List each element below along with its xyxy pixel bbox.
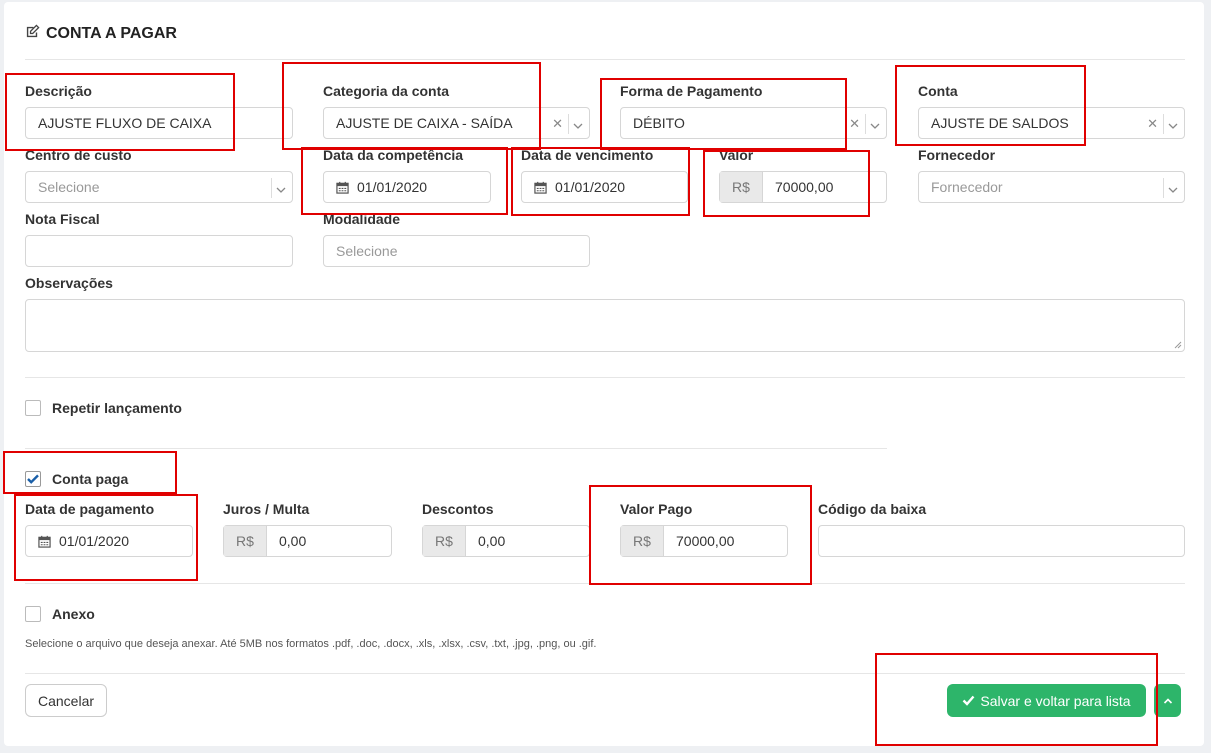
conta-paga-label: Conta paga [52, 471, 129, 487]
descricao-input[interactable]: AJUSTE FLUXO DE CAIXA [25, 107, 293, 139]
currency-prefix: R$ [621, 526, 664, 556]
anexo-checkbox[interactable] [25, 606, 41, 622]
data-competencia-input[interactable]: 01/01/2020 [323, 171, 491, 203]
select-separator [1163, 178, 1164, 198]
modalidade-label: Modalidade [323, 211, 401, 227]
forma-pagamento-select[interactable]: DÉBITO ✕ [620, 107, 887, 139]
title-divider [25, 59, 1185, 60]
centro-custo-label: Centro de custo [25, 147, 132, 163]
more-options-button[interactable] [1154, 684, 1181, 717]
calendar-icon [336, 181, 349, 194]
clear-icon[interactable]: ✕ [849, 116, 860, 132]
chevron-up-icon [1163, 693, 1173, 708]
valor-pago-label: Valor Pago [620, 501, 693, 517]
currency-prefix: R$ [224, 526, 267, 556]
fornecedor-select[interactable]: Fornecedor [918, 171, 1185, 203]
categoria-label: Categoria da conta [323, 83, 450, 99]
resize-handle-icon[interactable] [1174, 341, 1182, 349]
clear-icon[interactable]: ✕ [552, 116, 563, 132]
repetir-label: Repetir lançamento [52, 400, 182, 416]
select-separator [865, 114, 866, 134]
valor-label: Valor [719, 147, 754, 163]
chevron-down-icon[interactable] [1168, 182, 1178, 198]
select-separator [1163, 114, 1164, 134]
check-icon [962, 693, 975, 709]
anexo-hint: Selecione o arquivo que deseja anexar. A… [25, 638, 597, 650]
clear-icon[interactable]: ✕ [1147, 116, 1158, 132]
descontos-label: Descontos [422, 501, 494, 517]
select-separator [271, 178, 272, 198]
categoria-select[interactable]: AJUSTE DE CAIXA - SAÍDA ✕ [323, 107, 590, 139]
nota-fiscal-input[interactable] [25, 235, 293, 267]
edit-icon [25, 24, 40, 44]
chevron-down-icon[interactable] [1168, 118, 1178, 134]
data-pagamento-label: Data de pagamento [25, 501, 155, 517]
cancel-button[interactable]: Cancelar [25, 684, 107, 717]
data-vencimento-input[interactable]: 01/01/2020 [521, 171, 688, 203]
page-title: CONTA A PAGAR [25, 24, 177, 44]
centro-custo-select[interactable]: Selecione [25, 171, 293, 203]
currency-prefix: R$ [423, 526, 466, 556]
select-separator [568, 114, 569, 134]
juros-input[interactable]: R$ 0,00 [223, 525, 392, 557]
section-divider [25, 377, 1185, 378]
section-divider [25, 583, 1185, 584]
conta-select[interactable]: AJUSTE DE SALDOS ✕ [918, 107, 1185, 139]
calendar-icon [534, 181, 547, 194]
currency-prefix: R$ [720, 172, 763, 202]
nota-fiscal-label: Nota Fiscal [25, 211, 100, 227]
chevron-down-icon[interactable] [276, 182, 286, 198]
valor-pago-input[interactable]: R$ 70000,00 [620, 525, 788, 557]
chevron-down-icon[interactable] [573, 118, 583, 134]
descontos-input[interactable]: R$ 0,00 [422, 525, 590, 557]
observacoes-textarea[interactable] [25, 299, 1185, 352]
check-icon [27, 474, 39, 484]
footer-divider [25, 673, 1185, 674]
repetir-checkbox[interactable] [25, 400, 41, 416]
data-competencia-label: Data da competência [323, 147, 464, 163]
forma-pagamento-label: Forma de Pagamento [620, 83, 763, 99]
data-vencimento-label: Data de vencimento [521, 147, 654, 163]
codigo-baixa-input[interactable] [818, 525, 1185, 557]
fornecedor-label: Fornecedor [918, 147, 996, 163]
modalidade-select[interactable]: Selecione [323, 235, 590, 267]
observacoes-label: Observações [25, 275, 113, 291]
save-and-return-button[interactable]: Salvar e voltar para lista [947, 684, 1146, 717]
data-pagamento-input[interactable]: 01/01/2020 [25, 525, 193, 557]
chevron-down-icon[interactable] [870, 118, 880, 134]
descricao-label: Descrição [25, 83, 92, 99]
codigo-baixa-label: Código da baixa [818, 501, 927, 517]
section-divider [25, 448, 887, 449]
calendar-icon [38, 535, 51, 548]
anexo-label: Anexo [52, 606, 95, 622]
conta-label: Conta [918, 83, 958, 99]
juros-label: Juros / Multa [223, 501, 310, 517]
valor-input[interactable]: R$ 70000,00 [719, 171, 887, 203]
conta-paga-checkbox[interactable] [25, 471, 41, 487]
